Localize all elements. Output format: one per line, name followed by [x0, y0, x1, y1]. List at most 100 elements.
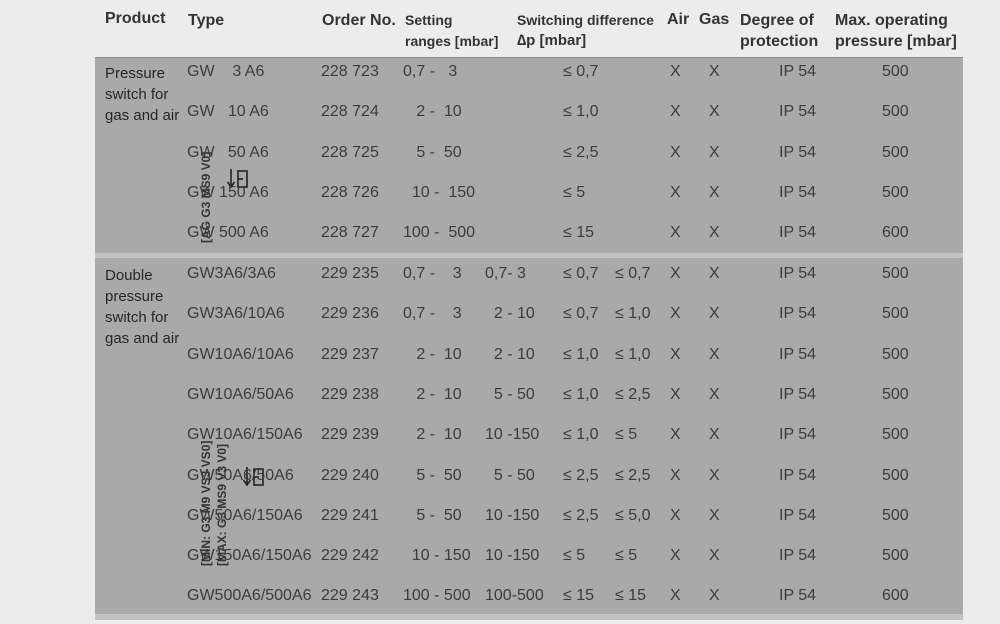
- type-cell: GW3A6/3A6: [187, 265, 276, 282]
- table-row: GW500A6/500A6 229 243 100 - 500 100-500 ≤ 15…: [95, 584, 963, 624]
- switching-difference-cell: ≤ 15: [563, 224, 595, 242]
- setting-range-2-cell: 2 - 10: [485, 345, 535, 363]
- max-pressure-cell: 500: [882, 547, 909, 565]
- header-setting-line1: Setting: [405, 12, 453, 28]
- setting-range-2-cell: 0,7- 3: [485, 265, 526, 282]
- air-cell: X: [670, 345, 681, 363]
- air-cell: X: [670, 224, 681, 242]
- type-cell: GW10A6/50A6: [187, 385, 294, 403]
- air-cell: X: [670, 143, 681, 161]
- table-row: GW10A6/10A6 229 237 2 - 10 2 - 10 ≤ 1,0 ≤ 1…: [95, 343, 963, 383]
- switching-difference-cell: ≤ 2,5: [563, 466, 599, 484]
- order-number-cell: 228 725: [321, 143, 379, 161]
- air-cell: X: [670, 587, 681, 605]
- switching-difference-2-cell: ≤ 1,0: [615, 305, 651, 323]
- max-pressure-cell: 500: [882, 506, 909, 524]
- table-row: GW 3 A6 228 723 0,7 - 3 ≤ 0,7 X X IP 54 500: [95, 60, 963, 100]
- air-cell: X: [670, 183, 681, 201]
- switching-difference-cell: ≤ 1,0: [563, 385, 599, 403]
- type-cell: GW50A6/150A6: [187, 506, 303, 524]
- air-cell: X: [670, 466, 681, 484]
- switching-difference-cell: ≤ 1,0: [563, 103, 599, 121]
- setting-range-cell: 0,7 - 3: [403, 265, 462, 282]
- max-pressure-cell: 600: [882, 587, 909, 605]
- air-cell: X: [670, 426, 681, 444]
- setting-range-cell: 0,7 - 3: [403, 305, 462, 323]
- setting-range-cell: 2 - 10: [403, 103, 462, 121]
- protection-cell: IP 54: [779, 466, 817, 484]
- switching-difference-2-cell: ≤ 5,0: [615, 506, 651, 524]
- switching-difference-2-cell: ≤ 15: [615, 587, 647, 605]
- setting-range-cell: 10 - 150: [403, 547, 471, 565]
- header-setting-ranges: Setting ranges [mbar]: [405, 10, 498, 52]
- switching-difference-2-cell: ≤ 1,0: [615, 345, 651, 363]
- switching-difference-cell: ≤ 5: [563, 547, 586, 565]
- protection-cell: IP 54: [779, 183, 817, 201]
- header-type: Type: [188, 12, 225, 29]
- setting-range-cell: 10 - 150: [403, 183, 476, 201]
- table-row: GW 500 A6 228 727 100 - 500 ≤ 15 X X IP 54 600: [95, 221, 963, 261]
- order-number-cell: 229 240: [321, 466, 379, 484]
- max-pressure-cell: 500: [882, 466, 909, 484]
- setting-range-2-cell: 5 - 50: [485, 385, 535, 403]
- air-cell: X: [670, 63, 681, 80]
- max-pressure-cell: 500: [882, 103, 909, 121]
- switching-difference-2-cell: ≤ 5: [615, 426, 638, 444]
- gas-cell: X: [709, 103, 720, 121]
- header-protection: Degree of protection: [740, 10, 818, 52]
- table-row: GW50A6/150A6 229 241 5 - 50 10 -150 ≤ 2,5 ≤ …: [95, 504, 963, 544]
- setting-range-2-cell: 10 -150: [485, 547, 540, 565]
- type-cell: GW10A6/10A6: [187, 345, 294, 363]
- table-row: GW10A6/150A6 229 239 2 - 10 10 -150 ≤ 1,0 ≤ …: [95, 423, 963, 463]
- max-pressure-cell: 500: [882, 426, 909, 444]
- max-pressure-cell: 500: [882, 265, 909, 282]
- max-pressure-cell: 500: [882, 63, 909, 80]
- switching-difference-2-cell: ≤ 0,7: [615, 265, 651, 282]
- air-cell: X: [670, 265, 681, 282]
- order-number-cell: 228 726: [321, 183, 379, 201]
- switching-difference-2-cell: ≤ 2,5: [615, 466, 651, 484]
- order-number-cell: 229 242: [321, 547, 379, 565]
- switching-difference-2-cell: ≤ 2,5: [615, 385, 651, 403]
- gas-cell: X: [709, 547, 720, 565]
- protection-cell: IP 54: [779, 547, 817, 565]
- setting-range-cell: 2 - 10: [403, 345, 462, 363]
- header-protection-line1: Degree of: [740, 12, 814, 29]
- order-number-cell: 229 237: [321, 345, 379, 363]
- header-gas: Gas: [699, 11, 730, 28]
- order-number-cell: 228 723: [321, 63, 379, 80]
- max-pressure-cell: 500: [882, 345, 909, 363]
- order-number-cell: 229 243: [321, 587, 379, 605]
- protection-cell: IP 54: [779, 103, 817, 121]
- type-cell: GW10A6/150A6: [187, 426, 303, 444]
- order-number-cell: 228 724: [321, 103, 379, 121]
- max-pressure-cell: 500: [882, 385, 909, 403]
- gas-cell: X: [709, 305, 720, 323]
- order-number-cell: 229 241: [321, 506, 379, 524]
- type-cell: GW 10 A6: [187, 103, 269, 121]
- switching-difference-cell: ≤ 0,7: [563, 265, 599, 282]
- protection-cell: IP 54: [779, 506, 817, 524]
- type-cell: GW3A6/10A6: [187, 305, 285, 323]
- table-row: GW 10 A6 228 724 2 - 10 ≤ 1,0 X X IP 54 500: [95, 100, 963, 140]
- protection-cell: IP 54: [779, 345, 817, 363]
- setting-range-cell: 5 - 50: [403, 143, 462, 161]
- protection-cell: IP 54: [779, 305, 817, 323]
- gas-cell: X: [709, 426, 720, 444]
- switching-difference-cell: ≤ 5: [563, 183, 586, 201]
- setting-range-2-cell: 2 - 10: [485, 305, 535, 323]
- header-max-line1: Max. operating: [835, 12, 948, 29]
- header-switching-line2: ∆p [mbar]: [517, 32, 587, 49]
- setting-range-cell: 0,7 - 3: [403, 63, 458, 80]
- gas-cell: X: [709, 466, 720, 484]
- max-pressure-cell: 500: [882, 305, 909, 323]
- gas-cell: X: [709, 265, 720, 282]
- header-switching-line1: Switching difference: [517, 12, 654, 28]
- table-header: Product Type Order No. Setting ranges [mb…: [95, 0, 963, 58]
- protection-cell: IP 54: [779, 143, 817, 161]
- gas-cell: X: [709, 224, 720, 242]
- type-cell: GW 50 A6: [187, 143, 269, 161]
- table-row: GW50A6/50A6 229 240 5 - 50 5 - 50 ≤ 2,5 ≤ 2…: [95, 464, 963, 504]
- type-cell: GW500A6/500A6: [187, 587, 312, 605]
- table-row: GW10A6/50A6 229 238 2 - 10 5 - 50 ≤ 1,0 ≤ 2…: [95, 383, 963, 423]
